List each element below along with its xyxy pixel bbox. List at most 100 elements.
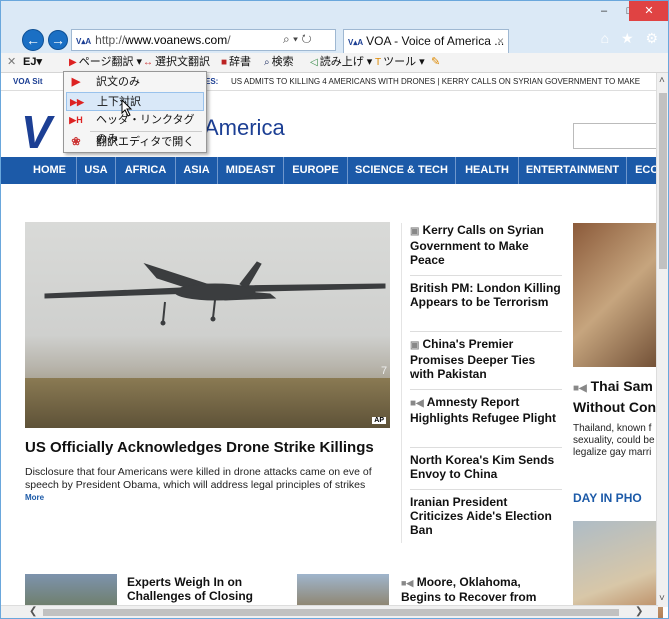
story-item[interactable]: ■◀ Amnesty Report Highlights Refugee Plig… (410, 395, 562, 425)
url-suffix: / (227, 33, 231, 47)
story-item[interactable]: British PM: London Killing Appears to be… (410, 281, 562, 309)
address-tools: ⌕ ▾ ↻ (283, 29, 312, 49)
thai-story-headline[interactable]: ■◀ Thai Sam Without Con (573, 377, 663, 416)
thai-story-summary: Thailand, known f sexuality, could be le… (573, 423, 655, 458)
magnifier-icon: ⌕ (264, 57, 270, 68)
story-item[interactable]: ▣ Kerry Calls on Syrian Government to Mak… (410, 223, 562, 267)
nav-health[interactable]: HEALTH (456, 157, 519, 184)
scroll-left-arrow[interactable]: ❮ (29, 606, 37, 618)
double-play-icon: ▶▶ (70, 97, 84, 107)
translate-icon: ↔ (143, 57, 153, 68)
bottom-story-right[interactable]: ■◀ Moore, Oklahoma, Begins to Recover fr… (401, 575, 551, 604)
close-button[interactable]: ✕ (629, 1, 668, 21)
nav-usa[interactable]: USA (77, 157, 116, 184)
nav-asia[interactable]: ASIA (176, 157, 218, 184)
scroll-up-arrow[interactable]: ˄ (659, 75, 665, 87)
video-icon: ■◀ (573, 383, 587, 394)
menu-item-header-link-only[interactable]: ▶H ヘッダ・リンクタグのみ (66, 111, 204, 145)
title-bar: – □ ✕ ← → V▴Ahttp://www.voanews.com/ ⌕ ▾… (1, 1, 668, 53)
edit-icon[interactable]: ✎ (431, 53, 440, 72)
hero-summary: Disclosure that four Americans were kill… (25, 466, 372, 491)
ticker-label: ES: (205, 77, 219, 86)
browser-window: – □ ✕ ← → V▴Ahttp://www.voanews.com/ ⌕ ▾… (0, 0, 669, 619)
photo-credit: AP (372, 417, 386, 424)
day-in-photos-heading[interactable]: DAY IN PHO (573, 491, 642, 505)
camera-icon: ▣ (410, 340, 420, 351)
scroll-down-arrow[interactable]: ˅ (659, 593, 665, 605)
search-button[interactable]: ⌕ 検索 (264, 53, 294, 72)
story-item[interactable]: Iranian President Criticizes Aide's Elec… (410, 495, 562, 537)
horizontal-scrollbar[interactable]: ❮ ❯ (1, 605, 658, 618)
toolbar-close-icon[interactable]: ✕ (7, 53, 16, 72)
forward-button[interactable]: → (48, 30, 68, 50)
minimize-button[interactable]: – (591, 1, 617, 21)
voa-logo[interactable]: V (21, 105, 52, 159)
camera-icon: ▣ (410, 226, 420, 237)
nav-entertainment[interactable]: ENTERTAINMENT (519, 157, 627, 184)
nav-science-tech[interactable]: SCIENCE & TECH (348, 157, 456, 184)
vertical-scroll-thumb[interactable] (659, 93, 667, 269)
nav-africa[interactable]: AFRICA (116, 157, 176, 184)
url-host: www.voanews.com (125, 33, 228, 47)
play-icon: ▶ (69, 57, 77, 68)
story-divider (410, 275, 562, 276)
dictionary-button[interactable]: ■ 辞書 (221, 53, 251, 72)
site-search-input[interactable] (573, 123, 661, 149)
play-icon: ▶ (71, 76, 81, 88)
refresh-icon[interactable]: ↻ (301, 32, 311, 46)
ticker-headline[interactable]: US ADMITS TO KILLING 4 AMERICANS WITH DR… (231, 73, 640, 90)
story-divider (410, 447, 562, 448)
runway-number: 7 (381, 365, 387, 377)
voa-logo-text: America (204, 115, 285, 140)
editor-icon: ❀ (71, 136, 81, 148)
selection-translate-button[interactable]: ↔ 選択文翻訳 (143, 53, 210, 72)
back-button[interactable]: ← (22, 29, 44, 51)
page-translate-button[interactable]: ▶ ページ翻訳 ▾ (69, 53, 142, 72)
header-icon: ▶H (69, 115, 83, 125)
nav-mideast[interactable]: MIDEAST (218, 157, 284, 184)
tab-title: VOA - Voice of America ... (366, 34, 505, 48)
mouse-cursor-icon (121, 99, 133, 117)
menu-item-open-in-editor[interactable]: ❀ 翻訳エディタで開く (66, 133, 204, 152)
scroll-right-arrow[interactable]: ❯ (635, 606, 643, 618)
video-icon: ■◀ (401, 578, 414, 588)
speaker-icon: ◁ (310, 57, 318, 68)
browser-right-icons[interactable]: ⌂ ★ ⚙ (601, 30, 662, 47)
tools-button[interactable]: Τ ツール ▾ (375, 53, 425, 72)
story-item[interactable]: ▣ China's Premier Promises Deeper Ties wi… (410, 337, 562, 381)
site-favicon: V▴A (76, 37, 92, 46)
column-divider (401, 223, 402, 543)
url-prefix: http:// (95, 33, 126, 47)
translation-toolbar: ✕ EJ▾ ▶ ページ翻訳 ▾ ↔ 選択文翻訳 ■ 辞書 ⌕ 検索 ◁ 読み上げ ▾ Τツ… (1, 53, 668, 73)
hero-image[interactable]: 7 AP (25, 222, 390, 428)
ej-button[interactable]: EJ▾ (23, 53, 42, 72)
bottom-story-left[interactable]: Experts Weigh In on Challenges of Closin… (127, 575, 277, 603)
search-icon[interactable]: ⌕ ▾ (283, 32, 298, 46)
tab-favicon: V▴A (348, 38, 364, 47)
nav-home[interactable]: HOME (23, 157, 77, 184)
menu-divider (90, 131, 202, 132)
tab-voa[interactable]: V▴A VOA - Voice of America ... × (343, 29, 509, 53)
story-divider (410, 389, 562, 390)
read-aloud-button[interactable]: ◁ 読み上げ ▾ (310, 53, 372, 72)
menu-item-parallel-translation[interactable]: ▶▶ 上下対訳 (66, 92, 204, 111)
hero-headline[interactable]: US Officially Acknowledges Drone Strike … (25, 439, 395, 456)
dictionary-icon: ■ (221, 57, 228, 68)
ticker-site-label: VOA Sit (13, 77, 43, 86)
nav-europe[interactable]: EUROPE (284, 157, 348, 184)
horizontal-scroll-thumb[interactable] (43, 609, 619, 616)
video-icon: ■◀ (410, 398, 424, 409)
story-divider (410, 331, 562, 332)
more-link[interactable]: More (25, 493, 44, 502)
page-translate-menu: ▶ 訳文のみ ▶▶ 上下対訳 ▶H ヘッダ・リンクタグのみ ❀ 翻訳エディタで開く (63, 71, 207, 153)
vertical-scrollbar[interactable]: ˄ ˅ (656, 73, 668, 607)
right-column: ■◀ Thai Sam Without Con Thailand, known f… (573, 223, 663, 618)
tools-icon: Τ (375, 57, 382, 68)
drone-illustration: 7 (44, 261, 387, 377)
close-tab-icon[interactable]: × (497, 30, 504, 52)
thai-story-image[interactable] (573, 223, 663, 367)
story-item[interactable]: North Korea's Kim Sends Envoy to China (410, 453, 562, 481)
menu-item-translation-only[interactable]: ▶ 訳文のみ (66, 73, 204, 92)
main-nav: HOME USA AFRICA ASIA MIDEAST EUROPE SCIE… (1, 157, 661, 184)
story-divider (410, 489, 562, 490)
